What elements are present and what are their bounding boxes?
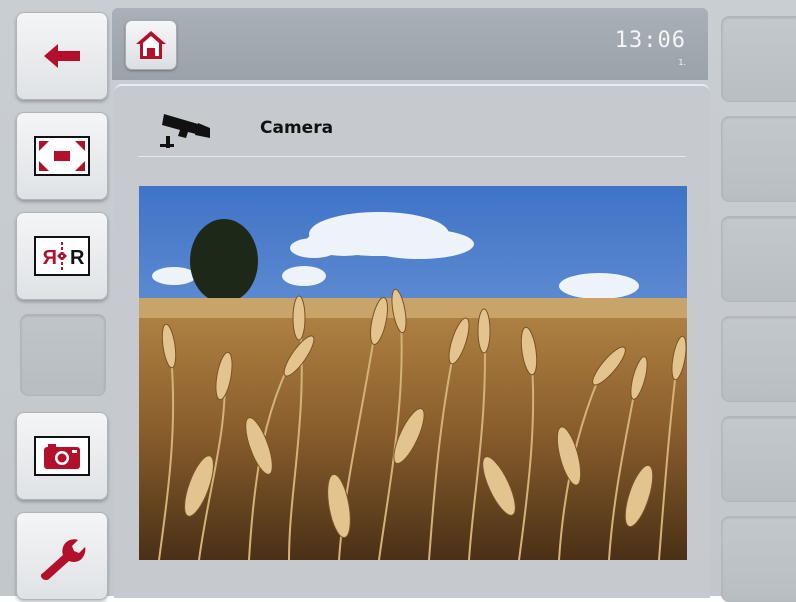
mirror-label: R <box>70 247 85 269</box>
header-bar: 13:06 1. <box>112 8 708 80</box>
right-softkey-5 <box>721 416 796 502</box>
empty-softkey <box>20 314 106 396</box>
wrench-icon <box>40 539 86 581</box>
clock-subscript: 1. <box>678 58 686 67</box>
clock-time: 13:06 <box>614 28 686 53</box>
fullscreen-icon <box>34 136 90 176</box>
panel-title-row: Camera <box>138 100 686 157</box>
svg-text:R: R <box>42 247 57 269</box>
right-softkey-2 <box>721 116 796 202</box>
terminal-screen: R R 13:06 1. Camera <box>0 0 796 602</box>
fullscreen-button[interactable] <box>16 112 108 200</box>
right-softkey-4 <box>721 316 796 402</box>
home-button[interactable] <box>125 20 177 70</box>
screenshot-button[interactable] <box>16 412 108 500</box>
mirror-image-button[interactable]: R R <box>16 212 108 300</box>
right-softkey-6 <box>721 516 796 602</box>
right-softkey-1 <box>721 16 796 102</box>
camera-icon <box>160 114 210 148</box>
mirror-image-icon: R R <box>34 236 90 276</box>
panel-title: Camera <box>260 118 334 138</box>
camera-feed <box>139 186 687 560</box>
right-softkey-3 <box>721 216 796 302</box>
settings-button[interactable] <box>16 512 108 600</box>
back-button[interactable] <box>16 12 108 100</box>
home-icon <box>136 31 166 59</box>
arrow-left-icon <box>44 44 80 68</box>
screenshot-camera-icon <box>34 436 90 476</box>
